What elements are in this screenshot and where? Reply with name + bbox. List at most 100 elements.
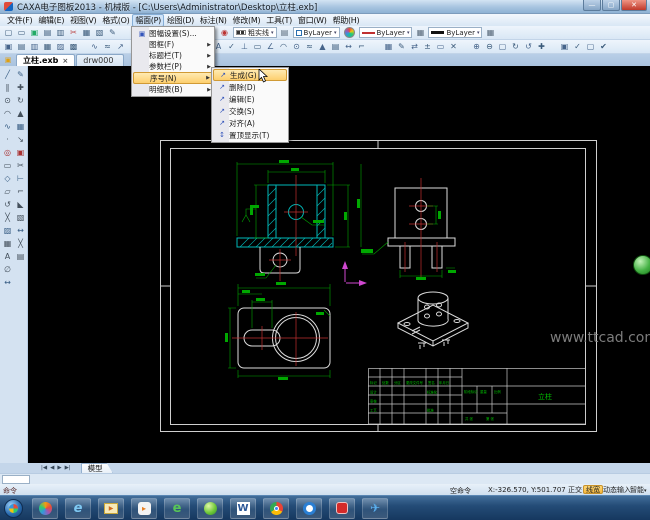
menubar-item[interactable]: 视图(V) bbox=[67, 14, 99, 27]
annotate-toolbar-icon[interactable]: ▤ bbox=[329, 41, 342, 53]
document-tab[interactable]: drw000 bbox=[76, 54, 124, 66]
draw-toolbar-icon[interactable]: ≈ bbox=[101, 41, 114, 53]
xuhao-submenu-item[interactable]: ↗ 编辑(E) bbox=[213, 93, 287, 105]
menubar-item[interactable]: 工具(T) bbox=[263, 14, 295, 27]
xuhao-submenu-item[interactable]: ↗ 对齐(A) bbox=[213, 117, 287, 129]
status-toggle[interactable]: 线宽 bbox=[583, 485, 603, 494]
menubar-item[interactable]: 绘图(D) bbox=[164, 14, 197, 27]
annotate-toolbar-icon[interactable]: ⊥ bbox=[238, 41, 251, 53]
red-app-icon[interactable] bbox=[329, 498, 355, 519]
menubar-item[interactable]: 编辑(E) bbox=[35, 14, 67, 27]
sheet-nav-button[interactable]: ▶| bbox=[65, 465, 71, 471]
view-toolbar-icon[interactable]: ↺ bbox=[522, 41, 535, 53]
close-button[interactable]: ✕ bbox=[621, 0, 647, 11]
edit-toolbar-icon[interactable]: ▦ bbox=[382, 41, 395, 53]
modify-tool-icon[interactable]: ⌐ bbox=[14, 185, 27, 198]
menubar-item[interactable]: 文件(F) bbox=[4, 14, 35, 27]
fumian-menu-item[interactable]: 图框(F) ▶ bbox=[133, 39, 213, 50]
media-player-icon[interactable]: ▸ bbox=[131, 498, 157, 519]
draw-tool-icon[interactable]: ⊙ bbox=[1, 94, 14, 107]
xuhao-submenu-item[interactable]: ↗ 交换(S) bbox=[213, 105, 287, 117]
draw-tool-icon[interactable]: ◎ bbox=[1, 146, 14, 159]
annotate-toolbar-icon[interactable]: ⊙ bbox=[290, 41, 303, 53]
modify-tool-icon[interactable]: ╳ bbox=[14, 237, 27, 250]
maximize-button[interactable]: ▢ bbox=[602, 0, 620, 11]
annotate-toolbar-icon[interactable]: ◠ bbox=[277, 41, 290, 53]
pps-icon[interactable] bbox=[296, 498, 322, 519]
toolbar-icon[interactable]: ▦ bbox=[80, 27, 93, 39]
sheet-nav-button[interactable]: ▶ bbox=[57, 465, 61, 471]
layer-select[interactable]: ByLayer ▾ bbox=[293, 27, 340, 38]
modify-tool-icon[interactable]: ▲ bbox=[14, 107, 27, 120]
xuhao-submenu-item[interactable]: ↕ 置顶显示(T) bbox=[213, 129, 287, 141]
annotate-toolbar-icon[interactable]: ∠ bbox=[264, 41, 277, 53]
toolbar-icon[interactable]: ✂ bbox=[67, 27, 80, 39]
green-browser-icon[interactable]: e bbox=[164, 498, 190, 519]
sheet-toolbar-icon[interactable]: ▦ bbox=[41, 41, 54, 53]
draw-tool-icon[interactable]: ◇ bbox=[1, 172, 14, 185]
film-icon[interactable]: ▦ bbox=[414, 27, 426, 38]
style-toolbar-icon[interactable]: ◉ bbox=[218, 27, 231, 39]
floating-badge[interactable] bbox=[633, 255, 650, 275]
draw-tool-icon[interactable]: ▭ bbox=[1, 159, 14, 172]
draw-toolbar-icon[interactable]: ↗ bbox=[114, 41, 127, 53]
annotate-toolbar-icon[interactable]: ⌐ bbox=[355, 41, 368, 53]
annotate-toolbar-icon[interactable]: ▭ bbox=[251, 41, 264, 53]
command-input[interactable] bbox=[2, 475, 30, 484]
toolbar-icon[interactable]: ▭ bbox=[15, 27, 28, 39]
menubar-item[interactable]: 修改(M) bbox=[230, 14, 264, 27]
view-toolbar-icon[interactable]: ⊕ bbox=[470, 41, 483, 53]
sheet-nav-button[interactable]: |◀ bbox=[41, 465, 47, 471]
color-wheel-icon[interactable] bbox=[344, 27, 355, 38]
modify-tool-icon[interactable]: ✎ bbox=[14, 68, 27, 81]
toolbar-icon[interactable]: ▣ bbox=[28, 27, 41, 39]
modify-tool-icon[interactable]: ✂ bbox=[14, 159, 27, 172]
fumian-menu-item[interactable]: 标题栏(T) ▶ bbox=[133, 50, 213, 61]
annotate-toolbar-icon[interactable]: ≈ bbox=[303, 41, 316, 53]
draw-tool-icon[interactable]: ↺ bbox=[1, 198, 14, 211]
menubar-item[interactable]: 幅面(P) bbox=[132, 14, 164, 27]
fumian-menu-item[interactable]: ▣ 图幅设置(S)... bbox=[133, 28, 213, 39]
menubar-item[interactable]: 窗口(W) bbox=[295, 14, 330, 27]
sheet-toolbar-icon[interactable]: ▥ bbox=[28, 41, 41, 53]
draw-tool-icon[interactable]: ▦ bbox=[1, 237, 14, 250]
modify-tool-icon[interactable]: ▤ bbox=[14, 250, 27, 263]
xuhao-submenu-item[interactable]: ↗ 删除(D) bbox=[213, 81, 287, 93]
draw-tool-icon[interactable]: ∿ bbox=[1, 120, 14, 133]
modify-tool-icon[interactable]: ▦ bbox=[14, 120, 27, 133]
chrome-icon[interactable] bbox=[263, 498, 289, 519]
draw-tool-icon[interactable]: ╳ bbox=[1, 211, 14, 224]
sheet-nav-button[interactable]: ◀ bbox=[50, 465, 54, 471]
fumian-menu-item[interactable]: 参数栏(P) ▶ bbox=[133, 61, 213, 72]
misc-toolbar-icon[interactable]: ▢ bbox=[584, 41, 597, 53]
minimize-button[interactable]: — bbox=[583, 0, 601, 11]
menubar-item[interactable]: 格式(O) bbox=[99, 14, 132, 27]
drawing-canvas[interactable]: 标记 处数 分区 更改文件号 签名 年月日 设计 标准化 审核 工艺 批准 阶段… bbox=[28, 66, 650, 463]
toolbar-icon[interactable]: ▧ bbox=[93, 27, 106, 39]
video-app-icon[interactable]: ▶ bbox=[98, 498, 124, 519]
tab-pin-icon[interactable]: ▣ bbox=[3, 55, 13, 65]
draw-tool-icon[interactable]: ▨ bbox=[1, 224, 14, 237]
ie-icon[interactable]: e bbox=[65, 498, 91, 519]
modify-tool-icon[interactable]: ↔ bbox=[14, 224, 27, 237]
sheet-toolbar-icon[interactable]: ▤ bbox=[15, 41, 28, 53]
misc-toolbar-icon[interactable]: ✔ bbox=[597, 41, 610, 53]
modify-tool-icon[interactable]: ▧ bbox=[14, 211, 27, 224]
modify-tool-icon[interactable]: ↘ bbox=[14, 133, 27, 146]
film-icon[interactable]: ▦ bbox=[484, 27, 496, 38]
modify-tool-icon[interactable]: ↻ bbox=[14, 94, 27, 107]
status-toggle[interactable]: 智能▾ bbox=[628, 486, 649, 495]
view-toolbar-icon[interactable]: ⊖ bbox=[483, 41, 496, 53]
annotate-toolbar-icon[interactable]: ▲ bbox=[316, 41, 329, 53]
model-tab[interactable]: 模型 bbox=[81, 463, 113, 473]
ball-app-icon[interactable] bbox=[197, 498, 223, 519]
menubar-item[interactable]: 标注(N) bbox=[197, 14, 230, 27]
sheet-toolbar-icon[interactable]: ▨ bbox=[54, 41, 67, 53]
xuhao-submenu-item[interactable]: ↗ 生成(G) bbox=[213, 69, 287, 81]
draw-tool-icon[interactable]: ◠ bbox=[1, 107, 14, 120]
modify-tool-icon[interactable]: ▣ bbox=[14, 146, 27, 159]
draw-toolbar-icon[interactable]: ∿ bbox=[88, 41, 101, 53]
status-toggle[interactable]: 正交 bbox=[566, 486, 584, 495]
annotate-toolbar-icon[interactable]: ✓ bbox=[225, 41, 238, 53]
misc-toolbar-icon[interactable]: ▣ bbox=[558, 41, 571, 53]
